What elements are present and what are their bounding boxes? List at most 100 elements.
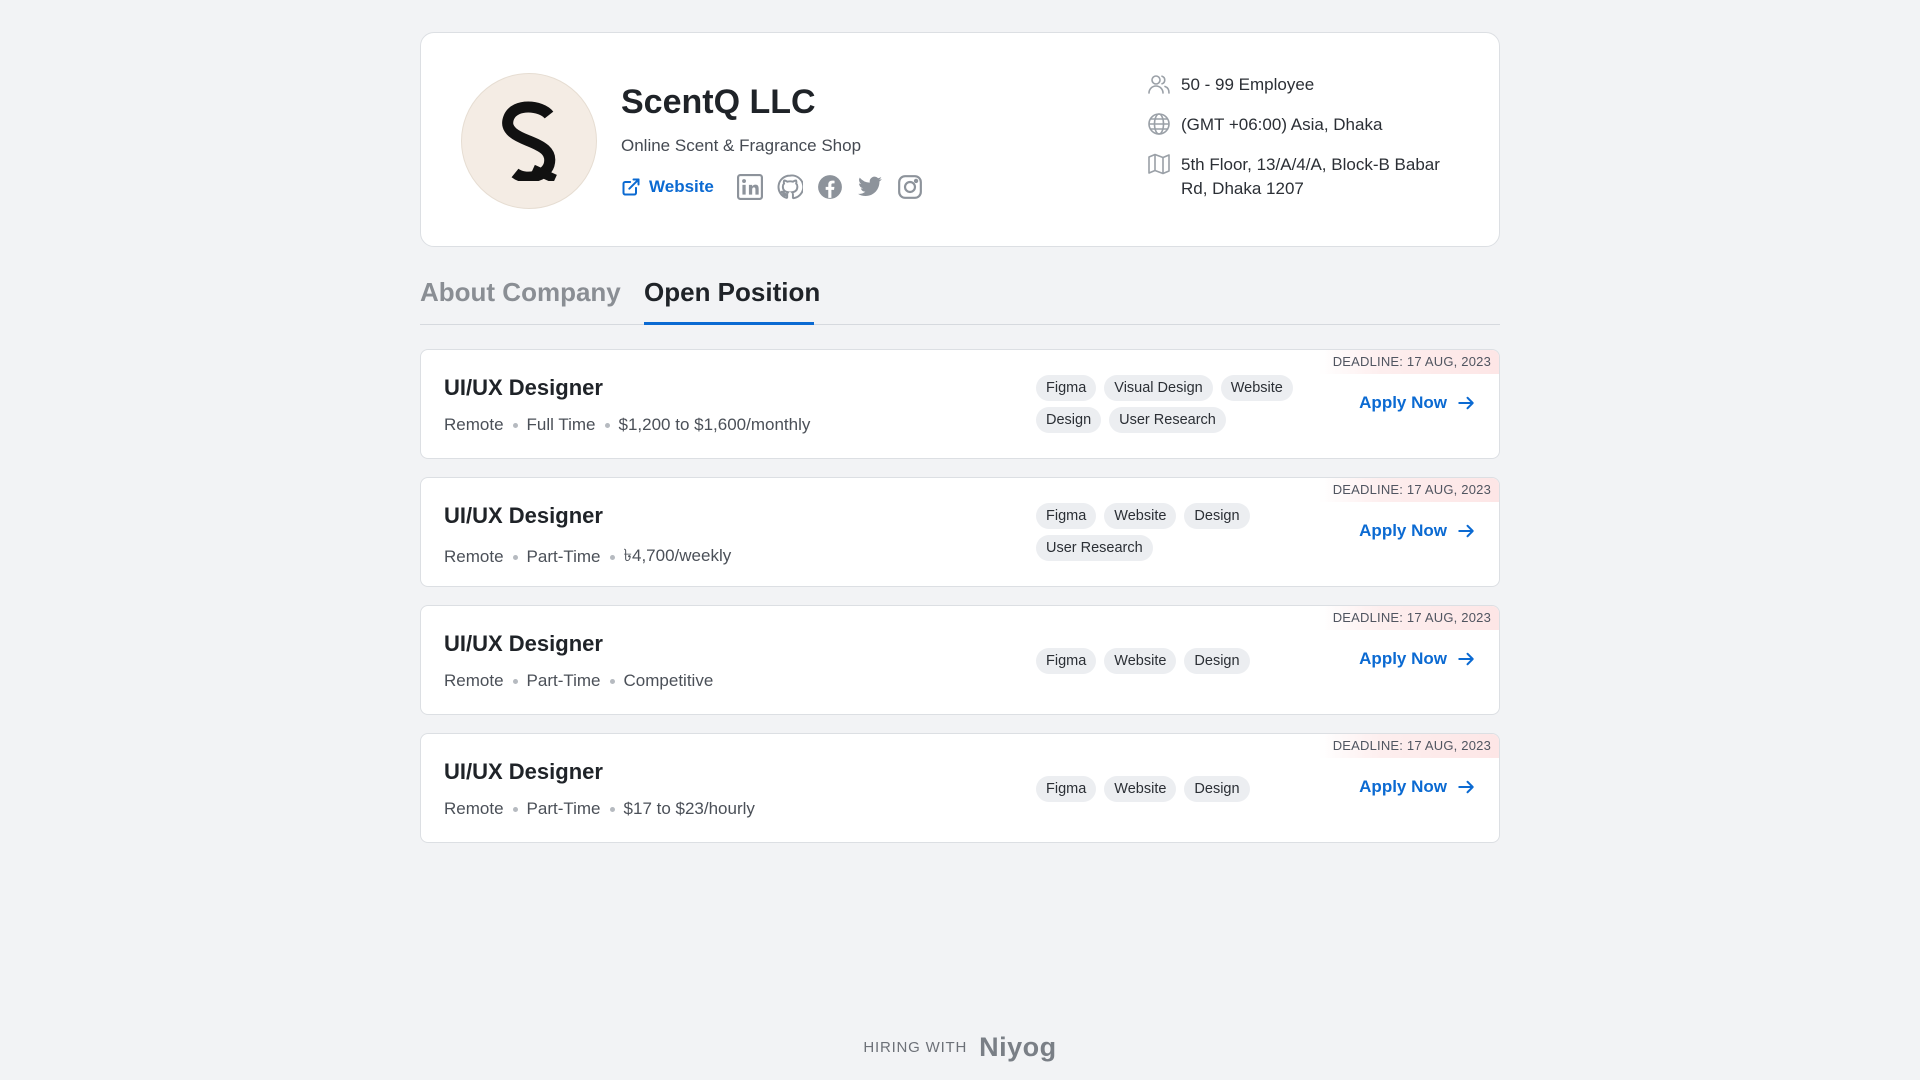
skill-tags: Figma Visual Design Website Design User … bbox=[1036, 375, 1321, 433]
skill-tag: Figma bbox=[1036, 375, 1097, 401]
apply-now-button[interactable]: Apply Now bbox=[1359, 521, 1475, 541]
skill-tags: Figma Website Design bbox=[1036, 648, 1321, 674]
deadline-badge: DEADLINE: 17 AUG, 2023 bbox=[1318, 478, 1499, 502]
skill-tag: Design bbox=[1184, 503, 1250, 529]
job-meta: Remote Part-Time $17 to $23/hourly bbox=[444, 799, 755, 819]
job-title: UI/UX Designer bbox=[444, 375, 603, 400]
separator-dot bbox=[609, 806, 615, 812]
skill-tag: Visual Design bbox=[1104, 375, 1213, 401]
company-logo bbox=[461, 73, 597, 209]
arrow-right-icon bbox=[1458, 780, 1474, 794]
job-location: Remote bbox=[444, 547, 504, 566]
job-card[interactable]: DEADLINE: 17 AUG, 2023 UI/UX Designer Re… bbox=[420, 349, 1500, 459]
employee-count: 50 - 99 Employee bbox=[1181, 75, 1315, 94]
company-name: ScentQ LLC bbox=[621, 83, 816, 121]
hiring-with-label: HIRING WITH bbox=[863, 1039, 968, 1056]
separator-dot bbox=[604, 422, 610, 428]
skill-tag: Design bbox=[1184, 776, 1250, 802]
skill-tag: Figma bbox=[1036, 503, 1097, 529]
timezone-row: (GMT +06:00) Asia, Dhaka bbox=[1147, 113, 1467, 137]
separator-dot bbox=[512, 554, 518, 560]
job-type: Part-Time bbox=[526, 799, 601, 818]
twitter-icon[interactable] bbox=[850, 172, 890, 202]
skill-tag: User Research bbox=[1036, 535, 1153, 561]
job-location: Remote bbox=[444, 799, 504, 818]
apply-label: Apply Now bbox=[1359, 393, 1447, 412]
job-salary: Competitive bbox=[623, 671, 714, 690]
job-type: Full Time bbox=[526, 415, 596, 434]
apply-now-button[interactable]: Apply Now bbox=[1359, 393, 1475, 413]
job-salary: ৳4,700/weekly bbox=[623, 546, 732, 565]
separator-dot bbox=[512, 678, 518, 684]
job-salary: $17 to $23/hourly bbox=[623, 799, 755, 818]
map-icon bbox=[1148, 153, 1170, 175]
timezone: (GMT +06:00) Asia, Dhaka bbox=[1181, 115, 1383, 134]
address: 5th Floor, 13/A/4/A, Block-B Babar Rd, D… bbox=[1181, 155, 1440, 198]
tab-about-company[interactable]: About Company bbox=[420, 277, 621, 308]
job-meta: Remote Part-Time Competitive bbox=[444, 671, 713, 691]
skill-tag: Design bbox=[1036, 407, 1102, 433]
deadline-badge: DEADLINE: 17 AUG, 2023 bbox=[1318, 606, 1499, 630]
company-links: Website bbox=[621, 172, 930, 202]
separator-dot bbox=[609, 678, 615, 684]
apply-now-button[interactable]: Apply Now bbox=[1359, 777, 1475, 797]
separator-dot bbox=[609, 554, 615, 560]
job-location: Remote bbox=[444, 671, 504, 690]
external-link-icon bbox=[622, 178, 640, 196]
skill-tag: Website bbox=[1104, 503, 1177, 529]
website-link[interactable]: Website bbox=[621, 177, 714, 197]
employee-count-row: 50 - 99 Employee bbox=[1147, 73, 1467, 97]
page-container: ScentQ LLC Online Scent & Fragrance Shop… bbox=[420, 32, 1500, 861]
job-meta: Remote Part-Time ৳4,700/weekly bbox=[444, 543, 731, 571]
globe-icon bbox=[1148, 113, 1170, 135]
job-location: Remote bbox=[444, 415, 504, 434]
tab-open-position[interactable]: Open Position bbox=[644, 277, 820, 308]
scentq-logo-icon bbox=[502, 101, 557, 181]
job-card[interactable]: DEADLINE: 17 AUG, 2023 UI/UX Designer Re… bbox=[420, 477, 1500, 587]
linkedin-icon[interactable] bbox=[730, 172, 770, 202]
arrow-right-icon bbox=[1458, 652, 1474, 666]
job-title: UI/UX Designer bbox=[444, 759, 603, 784]
separator-dot bbox=[512, 806, 518, 812]
job-type: Part-Time bbox=[526, 671, 601, 690]
skill-tag: User Research bbox=[1109, 407, 1226, 433]
facebook-icon[interactable] bbox=[810, 172, 850, 202]
footer: HIRING WITH Niyog bbox=[0, 1032, 1920, 1063]
separator-dot bbox=[512, 422, 518, 428]
apply-now-button[interactable]: Apply Now bbox=[1359, 649, 1475, 669]
website-label: Website bbox=[649, 177, 714, 196]
instagram-icon[interactable] bbox=[890, 172, 930, 202]
skill-tag: Website bbox=[1104, 648, 1177, 674]
apply-label: Apply Now bbox=[1359, 777, 1447, 796]
job-salary: $1,200 to $1,600/monthly bbox=[618, 415, 811, 434]
arrow-right-icon bbox=[1458, 524, 1474, 538]
job-card[interactable]: DEADLINE: 17 AUG, 2023 UI/UX Designer Re… bbox=[420, 733, 1500, 843]
company-tagline: Online Scent & Fragrance Shop bbox=[621, 136, 862, 155]
company-card: ScentQ LLC Online Scent & Fragrance Shop… bbox=[420, 32, 1500, 247]
niyog-brand-logo[interactable]: Niyog bbox=[979, 1032, 1057, 1063]
active-tab-indicator bbox=[644, 322, 814, 325]
deadline-badge: DEADLINE: 17 AUG, 2023 bbox=[1318, 350, 1499, 374]
apply-label: Apply Now bbox=[1359, 521, 1447, 540]
job-title: UI/UX Designer bbox=[444, 631, 603, 656]
job-meta: Remote Full Time $1,200 to $1,600/monthl… bbox=[444, 415, 810, 435]
skill-tag: Website bbox=[1104, 776, 1177, 802]
address-row: 5th Floor, 13/A/4/A, Block-B Babar Rd, D… bbox=[1147, 153, 1467, 201]
deadline-badge: DEADLINE: 17 AUG, 2023 bbox=[1318, 734, 1499, 758]
github-icon[interactable] bbox=[770, 172, 810, 202]
arrow-right-icon bbox=[1458, 396, 1474, 410]
skill-tag: Figma bbox=[1036, 776, 1097, 802]
company-meta: 50 - 99 Employee (GMT +06:00) Asia, Dhak… bbox=[1147, 73, 1467, 217]
skill-tags: Figma Website Design User Research bbox=[1036, 503, 1276, 561]
job-list: DEADLINE: 17 AUG, 2023 UI/UX Designer Re… bbox=[420, 349, 1500, 843]
skill-tag: Design bbox=[1184, 648, 1250, 674]
job-title: UI/UX Designer bbox=[444, 503, 603, 528]
skill-tags: Figma Website Design bbox=[1036, 776, 1321, 802]
job-type: Part-Time bbox=[526, 547, 601, 566]
skill-tag: Figma bbox=[1036, 648, 1097, 674]
tab-bar: About Company Open Position bbox=[420, 247, 1500, 325]
users-icon bbox=[1148, 75, 1170, 94]
job-card[interactable]: DEADLINE: 17 AUG, 2023 UI/UX Designer Re… bbox=[420, 605, 1500, 715]
skill-tag: Website bbox=[1220, 375, 1293, 401]
apply-label: Apply Now bbox=[1359, 649, 1447, 668]
